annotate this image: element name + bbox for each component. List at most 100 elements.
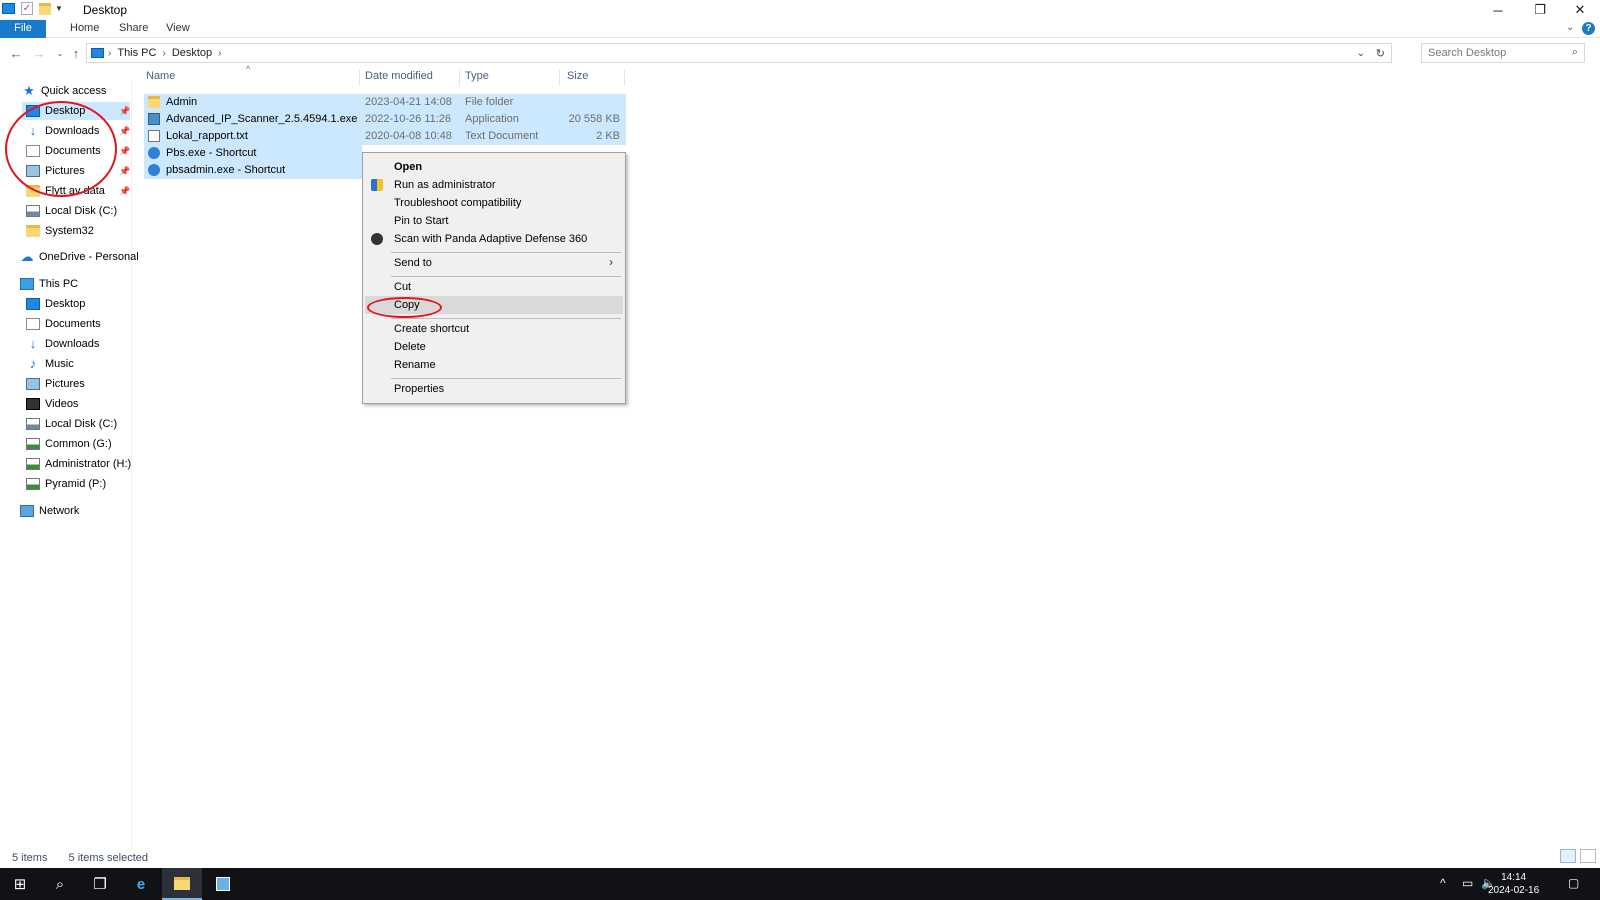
- menu-scan-panda[interactable]: Scan with Panda Adaptive Defense 360: [365, 230, 623, 248]
- text-file-icon: [148, 130, 160, 142]
- column-header-date[interactable]: Date modified: [363, 70, 460, 86]
- pin-icon[interactable]: 📌: [119, 106, 130, 117]
- pin-icon[interactable]: 📌: [119, 186, 130, 197]
- file-date: 2020-04-08 10:48: [365, 130, 452, 142]
- nav-this-pc[interactable]: This PC: [20, 275, 78, 293]
- file-row[interactable]: Advanced_IP_Scanner_2.5.4594.1.exe 2022-…: [144, 111, 626, 128]
- navigation-bar: ← → ⌄ ↑ › This PC › Desktop › ⌄ ↻ Search…: [0, 40, 1600, 66]
- menu-open[interactable]: Open: [365, 158, 623, 176]
- nav-pc-documents[interactable]: Documents: [26, 315, 101, 333]
- chevron-right-icon[interactable]: ›: [162, 48, 165, 59]
- restore-button[interactable]: ❐: [1520, 0, 1560, 20]
- documents-icon: [26, 318, 40, 330]
- menu-run-as-administrator[interactable]: Run as administrator: [365, 176, 623, 194]
- file-explorer-icon[interactable]: [162, 868, 202, 900]
- tab-home[interactable]: Home: [58, 20, 111, 38]
- nav-pc-administrator[interactable]: Administrator (H:): [26, 455, 131, 473]
- tab-file[interactable]: File: [0, 20, 46, 38]
- nav-pc-local-disk[interactable]: Local Disk (C:): [26, 415, 117, 433]
- ribbon-expand-icon[interactable]: ⌄: [1566, 22, 1574, 33]
- nav-label: Common (G:): [45, 438, 112, 450]
- chevron-right-icon[interactable]: ›: [108, 48, 111, 59]
- large-icons-view-icon[interactable]: [1580, 849, 1596, 863]
- menu-delete[interactable]: Delete: [365, 338, 623, 356]
- up-button[interactable]: ↑: [67, 44, 85, 62]
- file-name: Lokal_rapport.txt: [166, 130, 248, 142]
- file-name: Admin: [166, 96, 198, 108]
- pin-icon[interactable]: 📌: [119, 166, 130, 177]
- breadcrumb-this-pc[interactable]: This PC: [117, 47, 156, 59]
- nav-pc-pyramid[interactable]: Pyramid (P:): [26, 475, 106, 493]
- file-row[interactable]: Pbs.exe - Shortcut: [144, 145, 362, 162]
- address-bar[interactable]: › This PC › Desktop › ⌄ ↻: [86, 43, 1392, 63]
- nav-label: Local Disk (C:): [45, 205, 118, 217]
- forward-button[interactable]: →: [30, 44, 48, 62]
- tab-view[interactable]: View: [154, 20, 202, 38]
- window-title: Desktop: [83, 3, 128, 17]
- menu-rename[interactable]: Rename: [365, 356, 623, 374]
- task-view-icon[interactable]: ❐: [80, 868, 120, 900]
- nav-pc-music[interactable]: ♪ Music: [26, 355, 74, 373]
- search-icon[interactable]: ⌕: [1572, 46, 1578, 59]
- help-icon[interactable]: ?: [1582, 22, 1595, 35]
- close-button[interactable]: ✕: [1560, 0, 1600, 20]
- file-row[interactable]: Admin 2023-04-21 14:08 File folder: [144, 94, 626, 111]
- file-row[interactable]: Lokal_rapport.txt 2020-04-08 10:48 Text …: [144, 128, 626, 145]
- menu-send-to[interactable]: Send to: [365, 254, 623, 272]
- annotation-ellipse-copy: [367, 297, 442, 318]
- pin-icon[interactable]: 📌: [119, 146, 130, 157]
- nav-pc-videos[interactable]: Videos: [26, 395, 78, 413]
- column-header-name[interactable]: Name: [144, 70, 360, 86]
- back-button[interactable]: ←: [7, 44, 25, 62]
- nav-quick-local-disk[interactable]: Local Disk (C:): [26, 202, 117, 220]
- menu-cut[interactable]: Cut: [365, 278, 623, 296]
- file-row[interactable]: pbsadmin.exe - Shortcut: [144, 162, 362, 179]
- search-icon[interactable]: ⌕: [40, 868, 80, 900]
- drive-icon: [26, 205, 40, 217]
- start-button[interactable]: ⊞: [0, 868, 40, 900]
- minimize-button[interactable]: ─: [1478, 0, 1518, 20]
- refresh-icon[interactable]: ↻: [1376, 47, 1385, 60]
- search-input[interactable]: Search Desktop ⌕: [1421, 43, 1585, 63]
- chevron-right-icon: ›: [609, 255, 613, 269]
- app-icon: [148, 113, 160, 125]
- pin-icon[interactable]: 📌: [119, 126, 130, 137]
- column-header-type[interactable]: Type: [463, 70, 560, 86]
- clock[interactable]: 14:14 2024-02-16: [1488, 871, 1539, 897]
- tab-share[interactable]: Share: [107, 20, 160, 38]
- menu-create-shortcut[interactable]: Create shortcut: [365, 320, 623, 338]
- nav-pc-downloads[interactable]: ↓ Downloads: [26, 335, 100, 353]
- nav-onedrive[interactable]: ☁ OneDrive - Personal: [20, 248, 139, 266]
- breadcrumb-desktop[interactable]: Desktop: [172, 47, 212, 59]
- chevron-right-icon[interactable]: ›: [218, 48, 221, 59]
- nav-pc-common[interactable]: Common (G:): [26, 435, 112, 453]
- menu-separator: [391, 276, 621, 277]
- nav-network[interactable]: Network: [20, 502, 79, 520]
- network-tray-icon[interactable]: ▭: [1462, 876, 1473, 890]
- column-header-size[interactable]: Size: [565, 70, 625, 86]
- qat-dropdown-icon[interactable]: ▼: [55, 4, 63, 13]
- app-icon[interactable]: [203, 868, 243, 900]
- notifications-icon[interactable]: ▢: [1568, 876, 1579, 890]
- internet-explorer-icon[interactable]: e: [121, 868, 161, 900]
- nav-label: Network: [39, 505, 80, 517]
- address-dropdown-icon[interactable]: ⌄: [1357, 48, 1365, 59]
- show-hidden-icons[interactable]: ^: [1440, 876, 1446, 890]
- clock-time: 14:14: [1501, 872, 1527, 883]
- nav-label: Local Disk (C:): [45, 418, 118, 430]
- file-size: 20 558 KB: [568, 113, 620, 125]
- nav-pc-desktop[interactable]: Desktop: [26, 295, 85, 313]
- menu-troubleshoot-compatibility[interactable]: Troubleshoot compatibility: [365, 194, 623, 212]
- details-view-icon[interactable]: [1560, 849, 1576, 863]
- file-name: Advanced_IP_Scanner_2.5.4594.1.exe: [166, 113, 358, 125]
- properties-check-icon[interactable]: ✓: [21, 2, 33, 15]
- nav-pc-pictures[interactable]: Pictures: [26, 375, 85, 393]
- folder-icon: [148, 96, 160, 108]
- menu-properties[interactable]: Properties: [365, 380, 623, 398]
- nav-quick-access[interactable]: ★ Quick access: [22, 82, 106, 100]
- nav-quick-system32[interactable]: System32: [26, 222, 94, 240]
- nav-label: Pictures: [45, 378, 85, 390]
- menu-pin-to-start[interactable]: Pin to Start: [365, 212, 623, 230]
- new-folder-icon[interactable]: [39, 2, 51, 15]
- folder-icon: [26, 225, 40, 237]
